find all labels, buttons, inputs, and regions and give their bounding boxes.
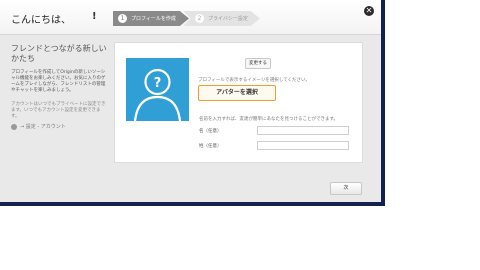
intro-panel: フレンドとつながる新しいかたち プロフィールを作成してOriginの新しいソーシ… — [11, 44, 107, 130]
first-name-label: 名（任意） — [199, 129, 222, 134]
last-name-field[interactable] — [257, 141, 349, 150]
next-button[interactable]: 次 — [330, 182, 362, 195]
step-privacy-settings: 2 プライバシー設定 — [183, 11, 260, 26]
step-label: プロフィールを作成 — [131, 16, 176, 22]
close-icon[interactable]: ✕ — [364, 6, 374, 16]
account-settings-link[interactable]: → 設定 - アカウント — [11, 123, 107, 130]
image-hint: プロフィールで表示するイメージを選択してください。 — [198, 78, 311, 83]
step-indicator: 1 プロフィールを作成 2 プライバシー設定 — [113, 11, 260, 26]
step-label: プライバシー設定 — [208, 16, 248, 22]
first-name-field[interactable] — [257, 126, 349, 135]
svg-text:?: ? — [154, 76, 162, 91]
dialog-header: こんにちは、 ! 1 プロフィールを作成 2 プライバシー設定 ✕ — [0, 0, 381, 35]
dialog-footer: 次 — [0, 174, 381, 202]
last-name-label: 姓（任意） — [199, 144, 222, 149]
profile-setup-dialog: こんにちは、 ! 1 プロフィールを作成 2 プライバシー設定 ✕ フレンドとつ… — [0, 0, 381, 202]
step-number: 1 — [118, 14, 127, 23]
profile-card: ? 変更する プロフィールで表示するイメージを選択してください。 アバターを選択… — [114, 42, 363, 163]
alert-mark: ! — [92, 11, 97, 22]
greeting-text: こんにちは、 — [11, 15, 71, 26]
select-avatar-button[interactable]: アバターを選択 — [198, 85, 276, 101]
intro-title: フレンドとつながる新しいかたち — [11, 44, 107, 63]
step-number: 2 — [195, 14, 204, 23]
privacy-note: アカウントはいつでもプライベートに設定できます。いつでもアカウント設定を変更でき… — [11, 102, 106, 119]
name-hint: 名前を入力すれば、友達が簡単にあなたを見つけることができます。 — [199, 117, 339, 122]
change-image-button[interactable]: 変更する — [245, 58, 271, 69]
account-settings-label: → 設定 - アカウント — [20, 124, 66, 130]
intro-description: プロフィールを作成してOriginの新しいソーシャル機能をお楽しみください。お気… — [11, 70, 106, 93]
person-placeholder-icon: ? — [126, 58, 189, 121]
gear-icon — [11, 123, 17, 130]
step-create-profile: 1 プロフィールを作成 — [113, 11, 189, 26]
